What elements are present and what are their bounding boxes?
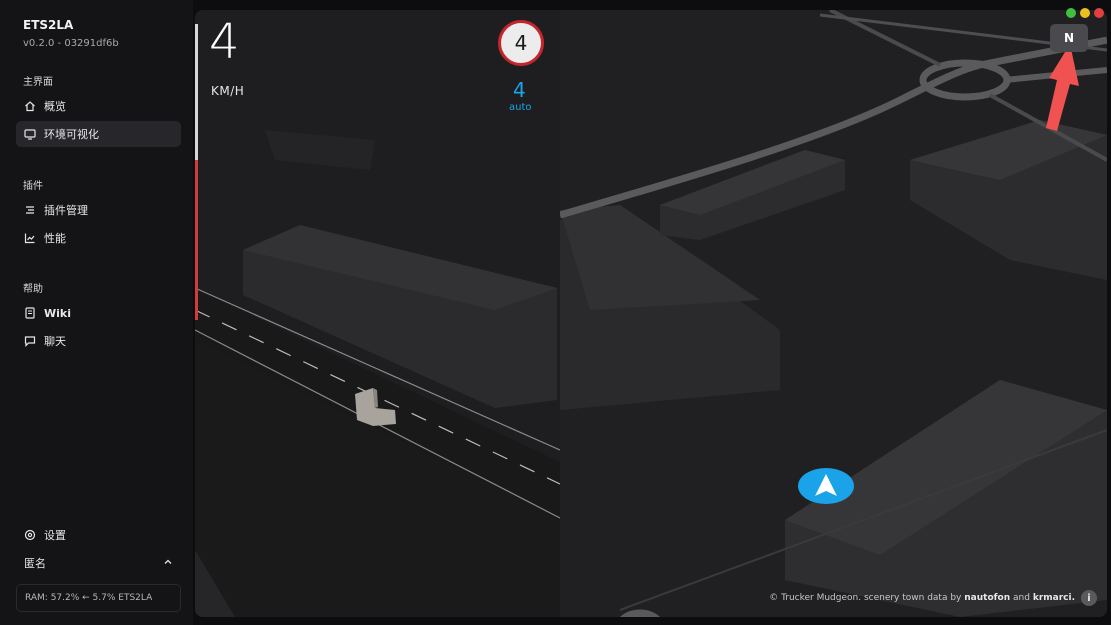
book-icon: [24, 307, 36, 319]
speed-bar-limit: [195, 160, 198, 320]
speed-unit: KM/H: [211, 84, 245, 98]
chart-icon: [24, 232, 36, 244]
user-menu[interactable]: 匿名: [16, 552, 181, 574]
sidebar-item-label: 环境可视化: [44, 128, 99, 141]
attribution-text: © Trucker Mudgeon. scenery town data by: [769, 593, 962, 603]
gear-icon: [24, 529, 36, 541]
section-label-main: 主界面: [23, 77, 53, 88]
annotation-arrow: [1046, 44, 1079, 131]
compass-label: N: [1063, 31, 1075, 45]
app-title: ETS2LA: [23, 18, 74, 32]
chevron-up-icon: [163, 557, 173, 570]
camera-view: 4 KM/H 4 4 auto: [195, 10, 560, 617]
sidebar-item-label: 概览: [44, 100, 66, 113]
sidebar-item-performance[interactable]: 性能: [16, 225, 181, 251]
home-icon: [24, 100, 36, 112]
sidebar-item-label: 设置: [44, 529, 66, 542]
sidebar-item-settings[interactable]: 设置: [16, 522, 181, 548]
sidebar-item-label: Wiki: [44, 306, 71, 320]
speed-bar-track: [195, 24, 198, 160]
list-icon: [24, 204, 36, 216]
road-scene: [195, 130, 560, 617]
status-dot-green[interactable]: [1066, 8, 1076, 18]
target-speed-mode: auto: [509, 102, 532, 113]
ram-status: RAM: 57.2% ← 5.7% ETS2LA: [16, 584, 181, 612]
app-version: v0.2.0 - 03291df6b: [23, 38, 119, 49]
sidebar-item-label: 性能: [44, 232, 66, 245]
current-speed: 4: [209, 14, 240, 70]
section-label-help: 帮助: [23, 284, 43, 295]
sidebar-item-label: 聊天: [44, 335, 66, 348]
attribution-author-link[interactable]: krmarci.: [1033, 593, 1075, 603]
compass-button[interactable]: N: [1050, 24, 1088, 52]
sidebar-item-plugin-manager[interactable]: 插件管理: [16, 197, 181, 223]
speed-limit-sign: 4: [498, 20, 544, 66]
sidebar-item-wiki[interactable]: Wiki: [16, 300, 181, 326]
chat-icon: [24, 335, 36, 347]
monitor-icon: [24, 128, 36, 140]
attribution-author-link[interactable]: nautofon: [964, 593, 1010, 603]
visualization-view[interactable]: 4 KM/H 4 4 auto N © Trucker Mudgeon. sce…: [195, 10, 1107, 617]
status-dot-yellow[interactable]: [1080, 8, 1090, 18]
sidebar-item-visualization[interactable]: 环境可视化: [16, 121, 181, 147]
info-label: i: [1087, 592, 1091, 604]
map-attribution: © Trucker Mudgeon. scenery town data by …: [765, 588, 1097, 608]
speed-limit-value: 4: [514, 31, 528, 55]
section-label-plugins: 插件: [23, 181, 43, 192]
sidebar-item-overview[interactable]: 概览: [16, 93, 181, 119]
sidebar-item-chat[interactable]: 聊天: [16, 328, 181, 354]
status-dots: [1066, 8, 1104, 18]
map-view[interactable]: [560, 10, 1107, 617]
attribution-and: and: [1013, 593, 1030, 603]
target-speed: 4: [513, 78, 526, 102]
info-icon[interactable]: i: [1081, 590, 1097, 606]
map-scene: [560, 10, 1107, 617]
status-dot-red[interactable]: [1094, 8, 1104, 18]
user-name: 匿名: [24, 557, 46, 570]
sidebar-item-label: 插件管理: [44, 204, 88, 217]
